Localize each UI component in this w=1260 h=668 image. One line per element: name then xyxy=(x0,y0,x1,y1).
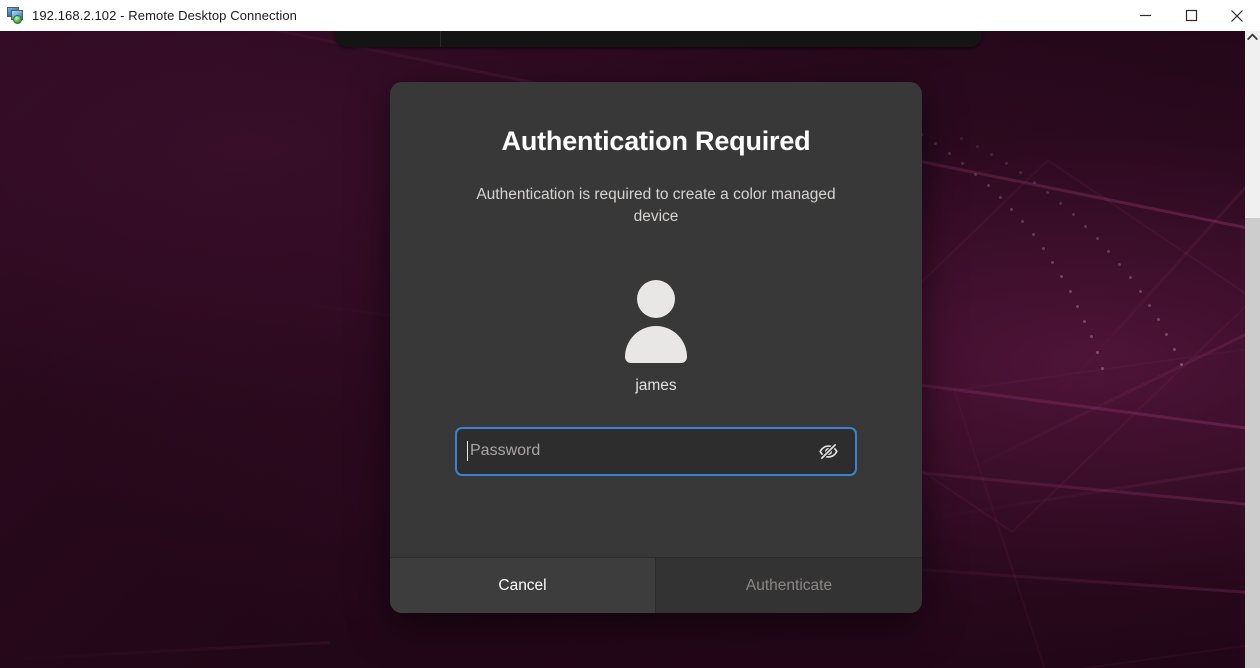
eye-slash-icon[interactable] xyxy=(813,436,843,466)
cancel-button[interactable]: Cancel xyxy=(390,558,656,613)
window-controls xyxy=(1122,0,1260,31)
authenticate-button[interactable]: Authenticate xyxy=(656,558,922,613)
authentication-dialog: Authentication Required Authentication i… xyxy=(390,82,922,613)
remote-desktop-window: 192.168.2.102 - Remote Desktop Connectio… xyxy=(0,0,1260,668)
dialog-message: Authentication is required to create a c… xyxy=(476,186,836,226)
text-cursor xyxy=(467,441,468,462)
password-input[interactable] xyxy=(470,428,813,474)
remote-desktop-viewport[interactable]: Authentication Required Authentication i… xyxy=(0,31,1245,668)
shell-topbar-divider xyxy=(440,31,441,47)
shell-topbar[interactable] xyxy=(335,31,982,47)
maximize-icon[interactable] xyxy=(1168,0,1214,31)
close-icon[interactable] xyxy=(1214,0,1260,31)
vertical-scrollbar[interactable] xyxy=(1245,31,1260,668)
window-title: 192.168.2.102 - Remote Desktop Connectio… xyxy=(32,8,297,23)
dialog-title: Authentication Required xyxy=(501,126,811,156)
username-label: james xyxy=(635,376,677,394)
scrollbar-thumb[interactable] xyxy=(1245,31,1260,218)
chevron-up-icon[interactable] xyxy=(1245,33,1260,41)
minimize-icon[interactable] xyxy=(1122,0,1168,31)
scrollbar-track[interactable] xyxy=(1245,218,1260,668)
window-titlebar[interactable]: 192.168.2.102 - Remote Desktop Connectio… xyxy=(0,0,1260,31)
dialog-actions: Cancel Authenticate xyxy=(390,557,922,613)
user-avatar-icon xyxy=(625,279,687,363)
remote-desktop-icon xyxy=(7,7,24,24)
dialog-body: Authentication Required Authentication i… xyxy=(390,82,922,557)
password-field[interactable] xyxy=(455,426,857,476)
